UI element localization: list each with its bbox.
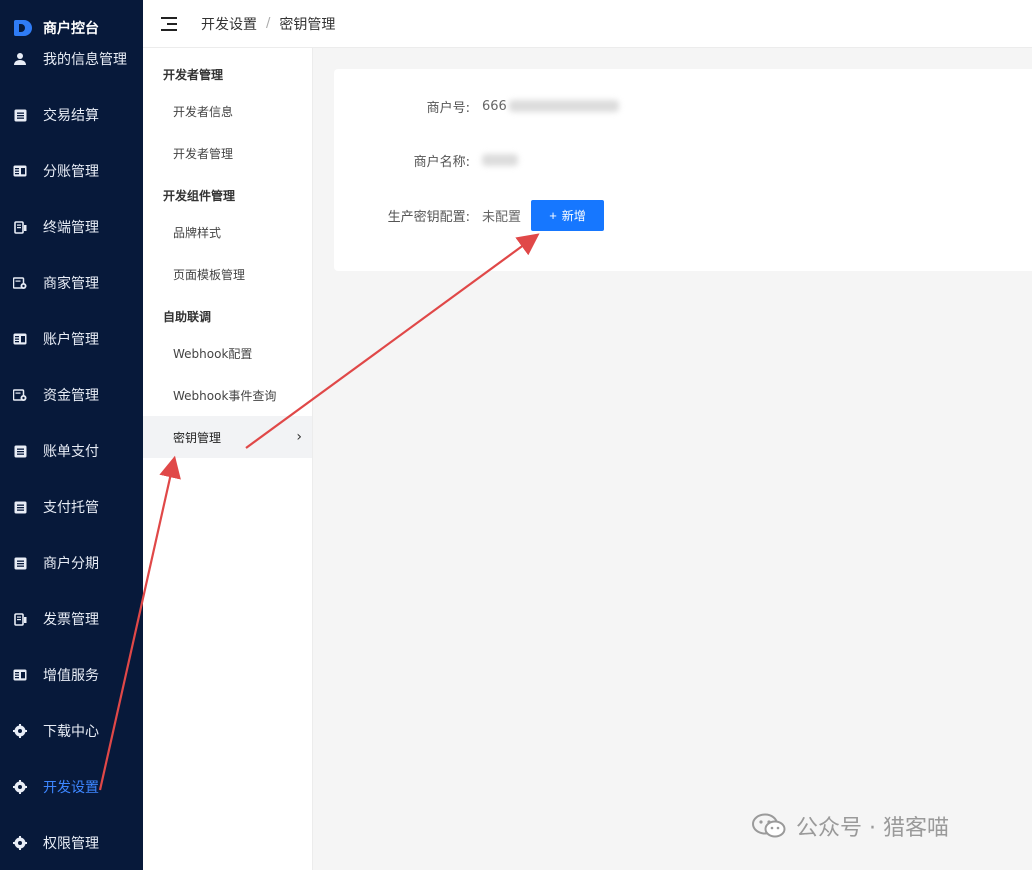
sidebar-item-label: 增值服务 [43, 668, 99, 684]
merchant-no-row: 商户号: 666 [334, 91, 619, 121]
merchant-icon [13, 388, 27, 402]
main-sidebar: 商户控台 我的信息管理 交易结算 分账管理 终端管理 商家管理 账户管理 资金管… [0, 0, 143, 870]
brand-logo-icon [14, 20, 32, 36]
sidebar-item-installment[interactable]: 商户分期 [0, 543, 143, 583]
key-config-row: 生产密钥配置: 未配置 + 新增 [334, 199, 605, 231]
merchant-no-value: 666 [482, 99, 619, 114]
key-config-label: 生产密钥配置: [387, 209, 470, 225]
breadcrumb: 开发设置 / 密钥管理 [201, 14, 335, 34]
list-icon [13, 444, 27, 458]
submenu-item-brand-style[interactable]: 品牌样式 [143, 211, 312, 253]
submenu-item-developer-info[interactable]: 开发者信息 [143, 90, 312, 132]
submenu-item-webhook-events[interactable]: Webhook事件查询 [143, 374, 312, 416]
submenu-item-page-template[interactable]: 页面模板管理 [143, 253, 312, 295]
submenu-item-webhook-config[interactable]: Webhook配置 [143, 332, 312, 374]
watermark-text: 公众号 · 猎客喵 [796, 816, 949, 841]
sidebar-item-download[interactable]: 下载中心 [0, 711, 143, 751]
list-icon [13, 108, 27, 122]
brand[interactable]: 商户控台 [14, 16, 99, 40]
sidebar-item-label: 账户管理 [43, 332, 99, 348]
breadcrumb-separator: / [266, 16, 271, 31]
sidebar-item-label: 分账管理 [43, 164, 99, 180]
menu-fold-icon[interactable] [159, 16, 177, 31]
merchant-no-visible: 666 [482, 98, 507, 114]
sidebar-item-funds[interactable]: 资金管理 [0, 375, 143, 415]
submenu-group-title: 开发组件管理 [163, 189, 236, 203]
chevron-right-icon: › [296, 429, 302, 445]
sidebar-item-my-info[interactable]: 我的信息管理 [0, 39, 143, 79]
sidebar-item-label: 支付托管 [43, 500, 99, 516]
sidebar-item-bill-payment[interactable]: 账单支付 [0, 431, 143, 471]
add-key-button[interactable]: + 新增 [531, 199, 605, 231]
redacted-blur [482, 154, 518, 166]
sidebar-item-payment-custody[interactable]: 支付托管 [0, 487, 143, 527]
sidebar-item-label: 我的信息管理 [43, 52, 127, 68]
secondary-menu: 开发者管理 开发者信息 开发者管理 开发组件管理 品牌样式 页面模板管理 自助联… [143, 48, 313, 870]
submenu-item-developer-management[interactable]: 开发者管理 [143, 132, 312, 174]
merchant-icon [13, 276, 27, 290]
sidebar-item-account[interactable]: 账户管理 [0, 319, 143, 359]
sidebar-item-dev-settings[interactable]: 开发设置 [0, 767, 143, 807]
brand-title: 商户控台 [43, 21, 99, 37]
card-list-icon [13, 164, 27, 178]
sidebar-item-label: 商户分期 [43, 556, 99, 572]
sidebar-item-label: 下载中心 [43, 724, 99, 740]
merchant-name-value [482, 153, 518, 168]
gear-icon [13, 724, 27, 738]
watermark: 公众号 · 猎客喵 [752, 810, 949, 842]
terminal-icon [13, 220, 27, 234]
breadcrumb-item-key-management: 密钥管理 [279, 16, 336, 33]
key-config-status: 未配置 [482, 209, 522, 225]
terminal-icon [13, 612, 27, 626]
sidebar-item-merchant[interactable]: 商家管理 [0, 263, 143, 303]
list-icon [13, 556, 27, 570]
user-icon [13, 52, 27, 66]
submenu-group-title: 开发者管理 [163, 68, 224, 82]
card-list-icon [13, 332, 27, 346]
gear-icon [13, 780, 27, 794]
list-icon [13, 500, 27, 514]
sidebar-item-label: 账单支付 [43, 444, 99, 460]
key-config-card: 商户号: 666 商户名称: 生产密钥配置: 未配置 + 新增 [334, 69, 1032, 271]
sidebar-item-label: 交易结算 [43, 108, 99, 124]
sidebar-item-label: 资金管理 [43, 388, 99, 404]
submenu-group-title: 自助联调 [163, 310, 212, 324]
sidebar-item-permissions[interactable]: 权限管理 [0, 823, 143, 863]
submenu-item-label: 密钥管理 [173, 430, 222, 445]
add-button-label: 新增 [561, 208, 586, 223]
sidebar-item-label: 商家管理 [43, 276, 99, 292]
sidebar-item-terminal[interactable]: 终端管理 [0, 207, 143, 247]
redacted-blur [508, 100, 619, 112]
merchant-name-label: 商户名称: [413, 154, 470, 170]
merchant-no-label: 商户号: [426, 100, 470, 116]
submenu-item-key-management[interactable]: 密钥管理 › [143, 416, 312, 458]
top-bar: 开发设置 / 密钥管理 [143, 0, 1032, 48]
sidebar-item-trade-settlement[interactable]: 交易结算 [0, 95, 143, 135]
sidebar-item-value-added[interactable]: 增值服务 [0, 655, 143, 695]
card-list-icon [13, 668, 27, 682]
sidebar-item-invoice[interactable]: 发票管理 [0, 599, 143, 639]
merchant-name-row: 商户名称: [334, 145, 518, 175]
sidebar-item-label: 开发设置 [43, 780, 99, 796]
wechat-icon [752, 813, 786, 838]
sidebar-item-label: 发票管理 [43, 612, 99, 628]
gear-icon [13, 836, 27, 850]
sidebar-item-label: 终端管理 [43, 220, 99, 236]
plus-icon: + [549, 207, 557, 223]
sidebar-item-label: 权限管理 [43, 836, 99, 852]
sidebar-item-split-account[interactable]: 分账管理 [0, 151, 143, 191]
breadcrumb-item-dev-settings[interactable]: 开发设置 [201, 14, 257, 34]
